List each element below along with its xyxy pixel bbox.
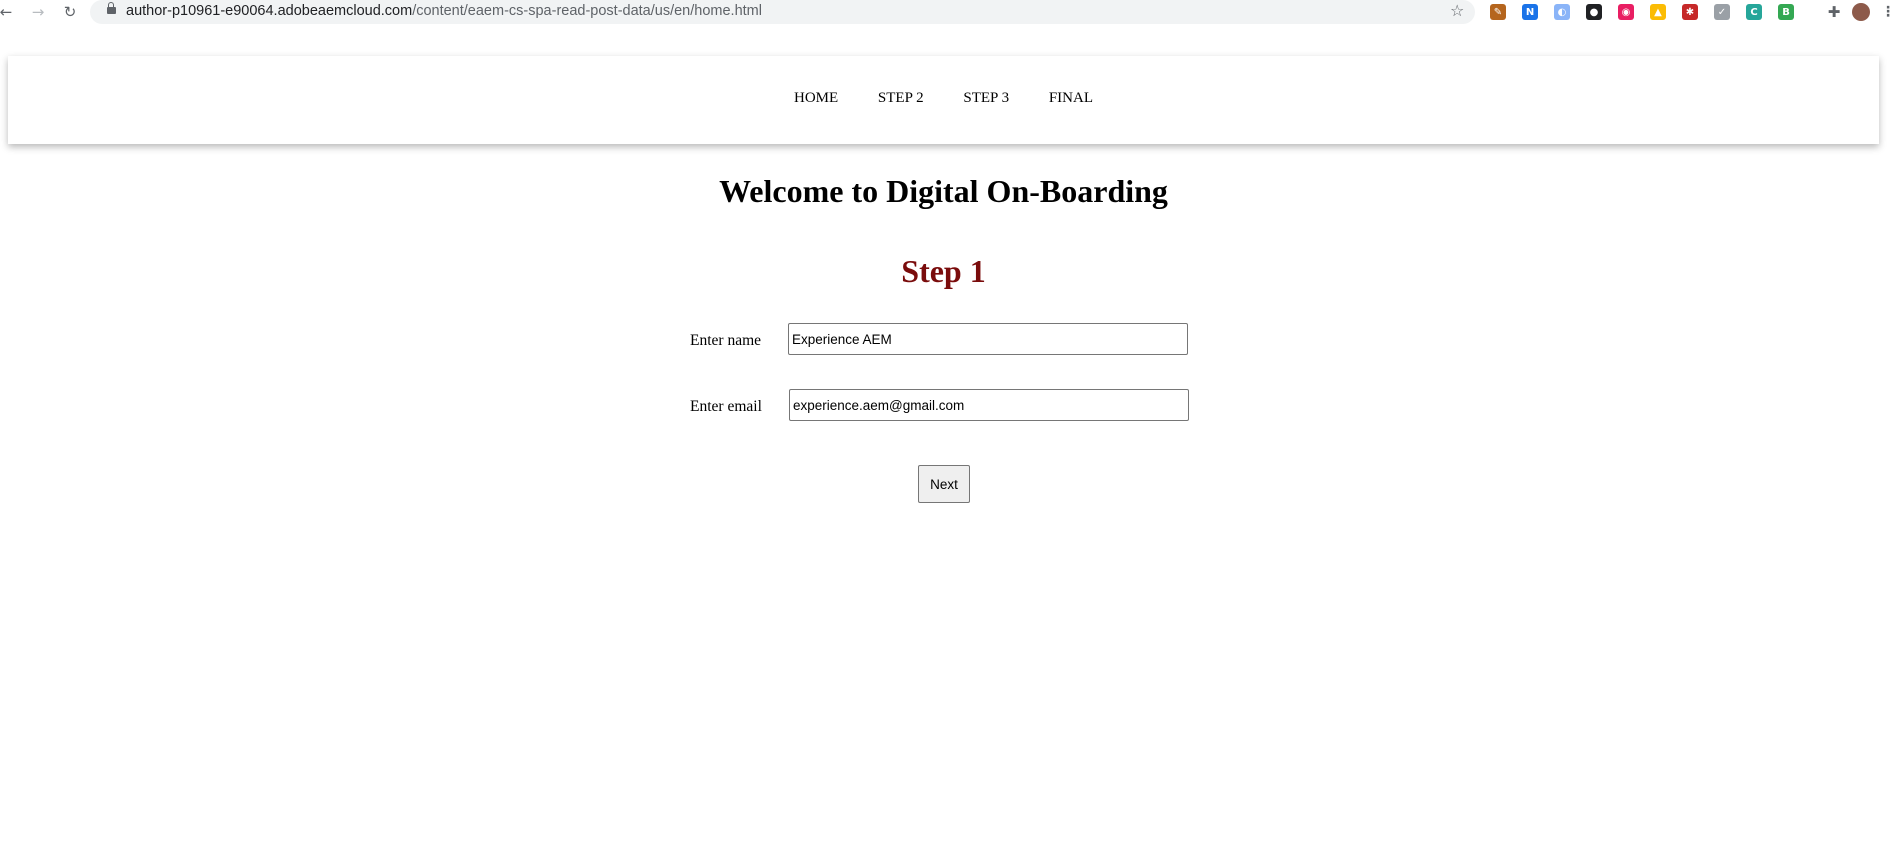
nav-step-2-link[interactable]: STEP 2 <box>878 90 924 107</box>
back-arrow-icon[interactable]: ← <box>0 2 16 22</box>
n-extension-icon[interactable]: N <box>1522 4 1538 20</box>
address-bar[interactable]: author-p10961-e90064.adobeaemcloud.com/c… <box>90 0 1475 24</box>
email-label: Enter email <box>690 398 762 415</box>
eye-extension-icon[interactable]: ◉ <box>1618 4 1634 20</box>
url-host: author-p10961-e90064.adobeaemcloud.com <box>126 3 413 19</box>
pen-extension-icon[interactable]: ✎ <box>1490 4 1506 20</box>
nav-home-link[interactable]: HOME <box>794 90 838 107</box>
spy-extension-icon[interactable]: ● <box>1586 4 1602 20</box>
next-button[interactable]: Next <box>918 465 970 503</box>
lock-icon <box>107 2 116 14</box>
menu-kebab-icon[interactable]: ⋮ <box>1880 4 1896 20</box>
nav-final-link[interactable]: FINAL <box>1049 90 1093 107</box>
name-input[interactable] <box>788 323 1188 355</box>
reload-icon[interactable]: ↻ <box>60 2 80 22</box>
bookmark-star-icon[interactable]: ☆ <box>1450 1 1464 20</box>
email-input[interactable] <box>789 389 1189 421</box>
c-extension-icon[interactable]: C <box>1746 4 1762 20</box>
compass-extension-icon[interactable]: ◐ <box>1554 4 1570 20</box>
b-extension-icon[interactable]: B <box>1778 4 1794 20</box>
page-title: Welcome to Digital On-Boarding <box>719 173 1168 209</box>
url-text[interactable]: author-p10961-e90064.adobeaemcloud.com/c… <box>126 3 762 19</box>
profile-avatar[interactable] <box>1852 3 1870 21</box>
nav-step-3-link[interactable]: STEP 3 <box>963 90 1009 107</box>
feather-extension-icon[interactable]: ✓ <box>1714 4 1730 20</box>
forward-arrow-icon[interactable]: → <box>28 2 48 22</box>
name-label: Enter name <box>690 332 762 349</box>
puzzle-extensions-icon[interactable]: ✚ <box>1826 3 1842 21</box>
site-header: HOME STEP 2 STEP 3 FINAL <box>8 56 1879 144</box>
step-heading: Step 1 <box>901 253 986 289</box>
red-extension-icon[interactable]: ✱ <box>1682 4 1698 20</box>
browser-toolbar: ← → ↻ author-p10961-e90064.adobeaemcloud… <box>0 0 1903 25</box>
drive-extension-icon[interactable]: ▲ <box>1650 4 1666 20</box>
url-path: /content/eaem-cs-spa-read-post-data/us/e… <box>412 3 762 19</box>
main-nav: HOME STEP 2 STEP 3 FINAL <box>8 90 1879 107</box>
